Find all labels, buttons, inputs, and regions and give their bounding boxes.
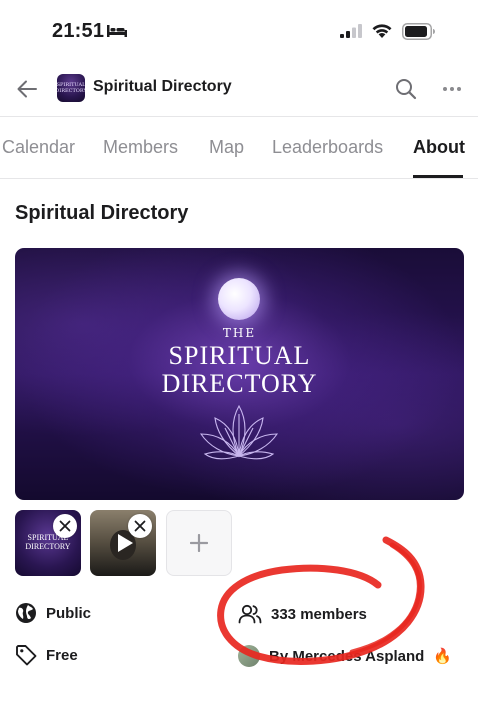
members-icon — [238, 604, 262, 624]
close-icon — [59, 520, 71, 532]
back-button[interactable] — [14, 76, 40, 102]
tab-map[interactable]: Map — [209, 137, 244, 158]
cover-image[interactable]: THE SPIRITUAL DIRECTORY — [15, 248, 464, 500]
add-media-button[interactable] — [166, 510, 232, 576]
members-info[interactable]: 333 members — [238, 603, 367, 625]
page-title: Spiritual Directory — [15, 202, 189, 224]
owner-info[interactable]: By Mercedes Aspland 🔥 — [238, 645, 452, 667]
privacy-label: Public — [46, 604, 92, 622]
plus-icon — [190, 534, 208, 552]
moon-icon — [218, 278, 260, 320]
close-icon — [134, 520, 146, 532]
tab-bar: Calendar Members Map Leaderboards About — [0, 116, 478, 179]
thumbnail-video[interactable] — [90, 510, 156, 576]
tab-members[interactable]: Members — [103, 137, 178, 158]
price-label: Free — [46, 646, 78, 664]
header-title[interactable]: Spiritual Directory — [93, 78, 232, 96]
app-header: SPIRITUAL DIRECTORY Spiritual Directory — [0, 62, 478, 116]
cover-text-the: THE — [222, 326, 257, 340]
tab-calendar[interactable]: Calendar — [2, 137, 75, 158]
tag-icon — [16, 645, 37, 666]
fire-icon: 🔥 — [433, 648, 453, 665]
search-button[interactable] — [393, 76, 419, 102]
active-tab-indicator — [413, 175, 463, 178]
cover-text-line2: DIRECTORY — [161, 369, 318, 398]
group-avatar-text: SPIRITUAL DIRECTORY — [57, 82, 85, 94]
thumbnail-text-line2: DIRECTORY — [25, 542, 71, 551]
owner-name: By Mercedes Aspland — [269, 647, 425, 665]
remove-thumbnail-button[interactable] — [53, 514, 77, 538]
search-icon — [396, 79, 417, 100]
group-avatar: SPIRITUAL DIRECTORY — [57, 74, 85, 102]
more-button[interactable] — [438, 76, 466, 102]
cover-text-line1: SPIRITUAL — [168, 341, 311, 370]
members-count: 333 members — [271, 605, 367, 623]
bed-icon — [107, 25, 127, 37]
wifi-icon — [372, 24, 392, 38]
price-info: Free — [15, 644, 78, 666]
tab-leaderboards[interactable]: Leaderboards — [272, 137, 383, 158]
more-icon — [443, 87, 447, 91]
signal-icon — [340, 24, 362, 38]
tab-about[interactable]: About — [413, 137, 465, 158]
lotus-icon — [199, 404, 279, 460]
battery-icon — [402, 23, 435, 40]
back-arrow-icon — [17, 80, 37, 98]
status-time: 21:51 — [52, 20, 105, 42]
avatar — [238, 645, 260, 667]
privacy-info: Public — [15, 602, 91, 624]
globe-icon — [16, 603, 36, 623]
thumbnail-cover[interactable]: SPIRITUAL DIRECTORY — [15, 510, 81, 576]
status-bar: 21:51 — [0, 0, 478, 62]
remove-thumbnail-button[interactable] — [128, 514, 152, 538]
